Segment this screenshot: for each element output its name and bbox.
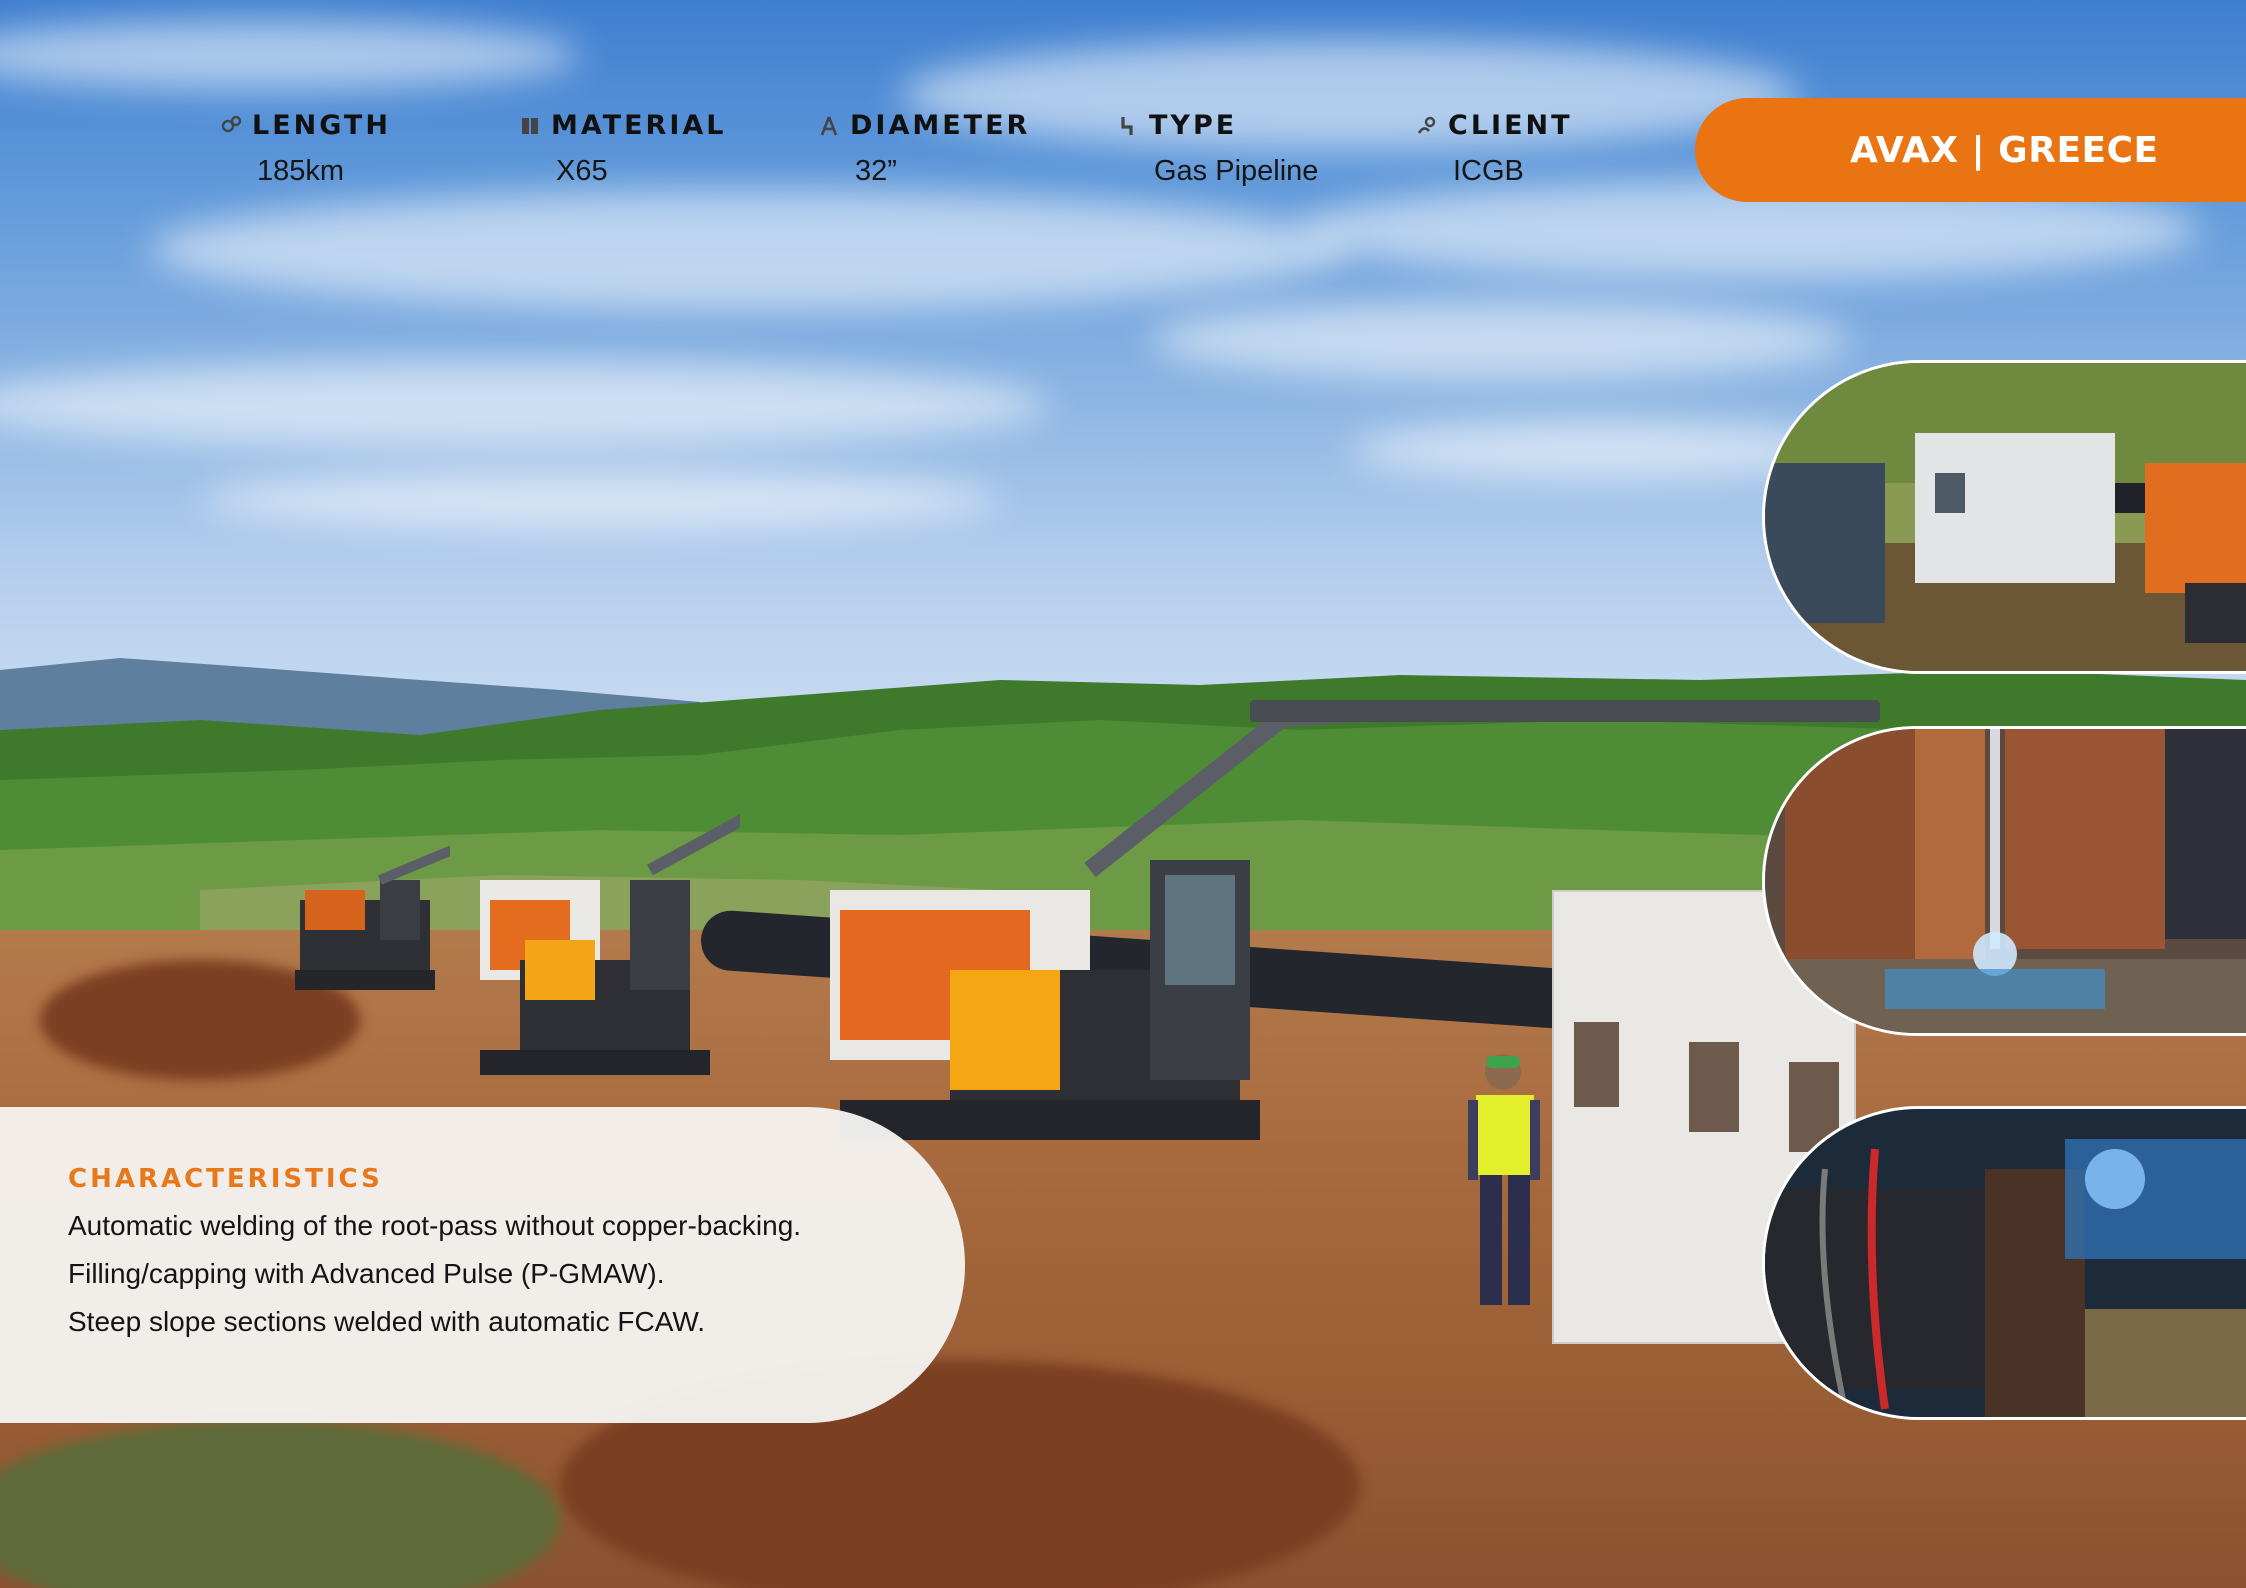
spec-label: MATERIAL xyxy=(551,110,727,141)
spec-type: TYPE Gas Pipeline xyxy=(1117,110,1318,188)
map-pin-icon xyxy=(220,115,242,137)
user-icon xyxy=(1416,115,1438,137)
spec-material: MATERIAL X65 xyxy=(519,110,726,188)
worker xyxy=(1468,1054,1540,1305)
characteristic-line: Steep slope sections welded with automat… xyxy=(68,1306,706,1337)
spec-client: CLIENT ICGB xyxy=(1416,110,1573,188)
cloud xyxy=(200,470,1000,530)
compass-icon xyxy=(818,115,840,137)
spec-value: 185km xyxy=(257,155,345,187)
cloud xyxy=(1150,300,1850,380)
cloud xyxy=(0,360,1050,450)
spec-label: CLIENT xyxy=(1448,110,1573,141)
spec-value: 32” xyxy=(855,155,897,187)
spec-value: ICGB xyxy=(1453,155,1524,187)
spec-value: Gas Pipeline xyxy=(1154,155,1319,187)
photo-welding-equipment xyxy=(1762,1106,2246,1420)
spec-label: TYPE xyxy=(1149,110,1238,141)
welding-machine xyxy=(480,814,740,1075)
book-icon xyxy=(519,115,541,137)
welding-machine xyxy=(295,845,450,990)
crane-arm xyxy=(1250,700,1880,722)
characteristic-line: Filling/capping with Advanced Pulse (P-G… xyxy=(68,1258,665,1289)
spec-length: LENGTH 185km xyxy=(220,110,391,188)
badge-label: AVAX | GREECE xyxy=(1850,129,2159,171)
spec-label: LENGTH xyxy=(252,110,391,141)
spec-value: X65 xyxy=(556,155,608,187)
photo-pipe-joint xyxy=(1762,726,2246,1036)
pipe-icon xyxy=(1117,115,1139,137)
spec-bar: LENGTH 185km MATERIAL X65 DIAMETER 32” T… xyxy=(0,110,1700,210)
characteristics-title: CHARACTERISTICS xyxy=(68,1164,383,1194)
characteristic-line: Automatic welding of the root-pass witho… xyxy=(68,1210,802,1241)
spec-label: DIAMETER xyxy=(850,110,1031,141)
spec-diameter: DIAMETER 32” xyxy=(818,110,1030,188)
photo-welding-station xyxy=(1762,360,2246,674)
characteristics-panel: CHARACTERISTICS Automatic welding of the… xyxy=(0,1107,965,1423)
project-badge: AVAX | GREECE xyxy=(1695,98,2246,202)
